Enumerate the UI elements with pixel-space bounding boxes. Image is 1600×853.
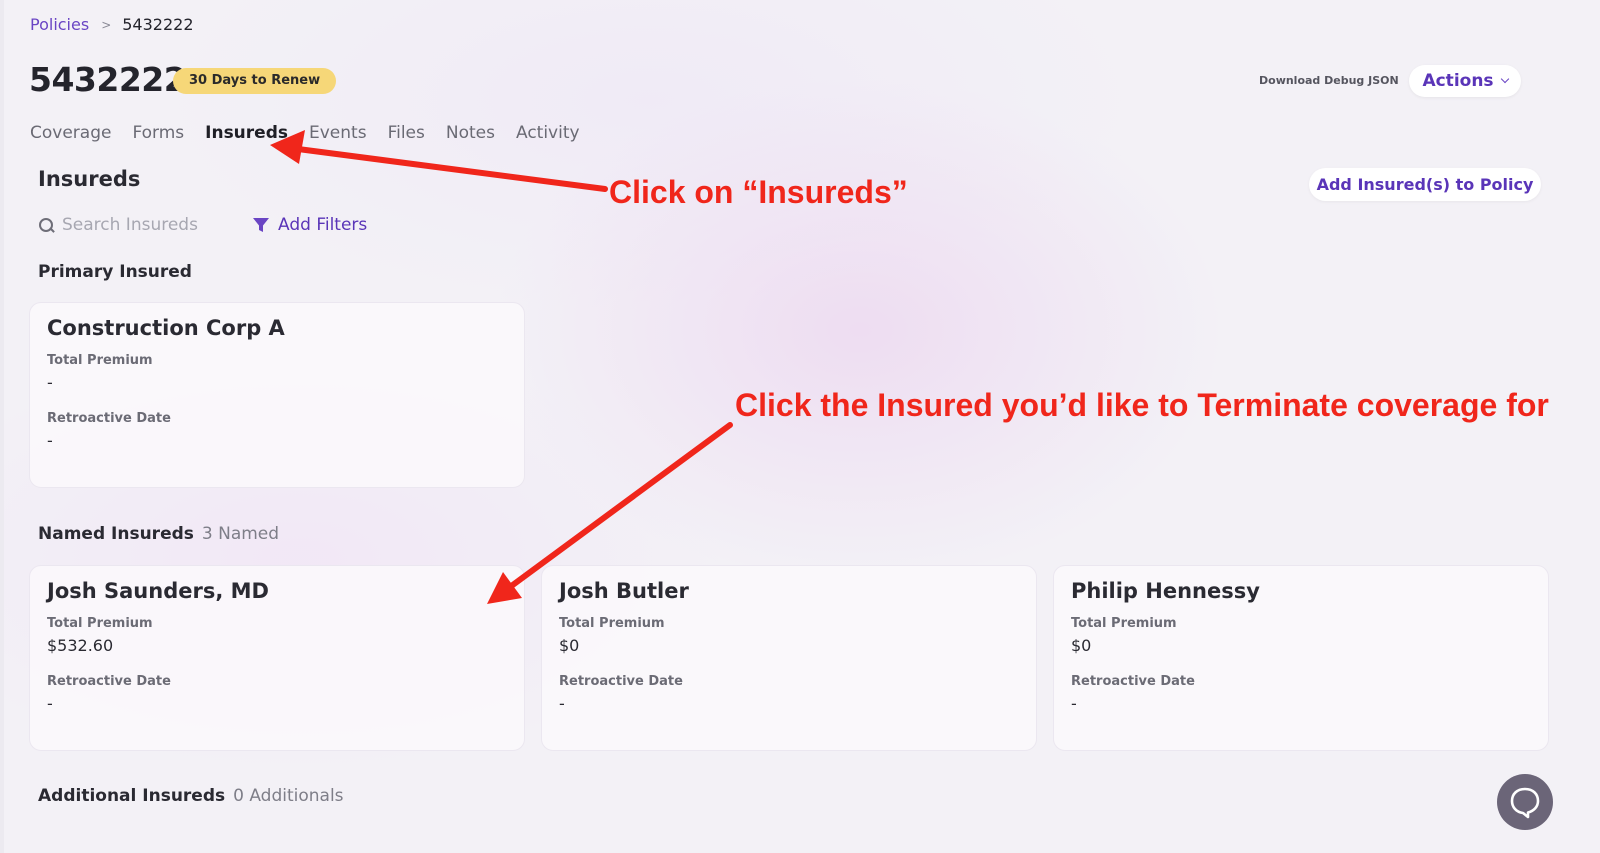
filter-icon [253,218,269,232]
total-premium-value: $0 [559,636,580,655]
retroactive-date-value: - [1071,694,1077,713]
page-left-edge [0,0,4,853]
tab-events[interactable]: Events [309,123,367,143]
total-premium-value: $532.60 [47,636,114,655]
retroactive-date-value: - [47,694,53,713]
download-debug-json-link[interactable]: Download Debug JSON [1259,74,1399,87]
named-insureds-count: 3 Named [201,524,280,544]
tab-insureds[interactable]: Insureds [205,123,288,143]
actions-button[interactable]: Actions [1409,65,1521,97]
retroactive-date-value: - [47,431,53,450]
chat-support-button[interactable] [1497,774,1553,830]
total-premium-label: Total Premium [47,616,153,631]
primary-insured-card[interactable]: Construction Corp A Total Premium - Retr… [29,302,525,488]
insured-name: Josh Butler [559,579,689,603]
retroactive-date-value: - [559,694,565,713]
named-insureds-heading-text: Named Insureds [38,524,194,544]
named-insured-card[interactable]: Josh Butler Total Premium $0 Retroactive… [541,565,1037,751]
search-icon [38,217,55,234]
total-premium-label: Total Premium [47,353,153,368]
page-title: 5432222 [29,60,187,99]
retroactive-date-label: Retroactive Date [47,411,171,426]
tab-notes[interactable]: Notes [446,123,495,143]
tab-files[interactable]: Files [388,123,425,143]
tab-forms[interactable]: Forms [132,123,184,143]
primary-insured-heading: Primary Insured [38,262,192,282]
retroactive-date-label: Retroactive Date [1071,674,1195,689]
annotation-click-insureds: Click on “Insureds” [609,174,908,210]
add-insured-button[interactable]: Add Insured(s) to Policy [1309,168,1541,201]
total-premium-label: Total Premium [559,616,665,631]
named-insureds-heading: Named Insureds 3 Named [38,524,279,544]
tab-bar: Coverage Forms Insureds Events Files Not… [30,123,601,143]
breadcrumb: Policies > 5432222 [30,15,194,34]
tab-activity[interactable]: Activity [516,123,580,143]
status-badge: 30 Days to Renew [173,68,337,94]
total-premium-value: $0 [1071,636,1092,655]
actions-button-label: Actions [1422,71,1494,91]
insured-name: Josh Saunders, MD [47,579,269,603]
search-box [38,215,242,235]
insured-name: Philip Hennessy [1071,579,1260,603]
chevron-down-icon [1500,74,1509,84]
breadcrumb-policies-link[interactable]: Policies [30,15,89,34]
tab-coverage[interactable]: Coverage [30,123,111,143]
total-premium-label: Total Premium [1071,616,1177,631]
total-premium-value: - [47,373,53,392]
add-filters-button[interactable]: Add Filters [252,215,367,235]
named-insured-card[interactable]: Philip Hennessy Total Premium $0 Retroac… [1053,565,1549,751]
retroactive-date-label: Retroactive Date [47,674,171,689]
additional-insureds-heading-text: Additional Insureds [38,786,226,806]
chat-bubble-icon [1510,787,1540,819]
search-input[interactable] [62,215,242,235]
add-filters-label: Add Filters [278,215,368,235]
breadcrumb-separator: > [101,17,112,32]
primary-insured-heading-text: Primary Insured [38,262,192,282]
retroactive-date-label: Retroactive Date [559,674,683,689]
named-insured-card[interactable]: Josh Saunders, MD Total Premium $532.60 … [29,565,525,751]
annotation-click-insured-card: Click the Insured you’d like to Terminat… [735,387,1549,423]
additional-insureds-count: 0 Additionals [233,786,344,806]
insureds-section-title: Insureds [38,167,141,191]
insured-name: Construction Corp A [47,316,285,340]
breadcrumb-current: 5432222 [122,15,194,34]
additional-insureds-heading: Additional Insureds 0 Additionals [38,786,344,806]
